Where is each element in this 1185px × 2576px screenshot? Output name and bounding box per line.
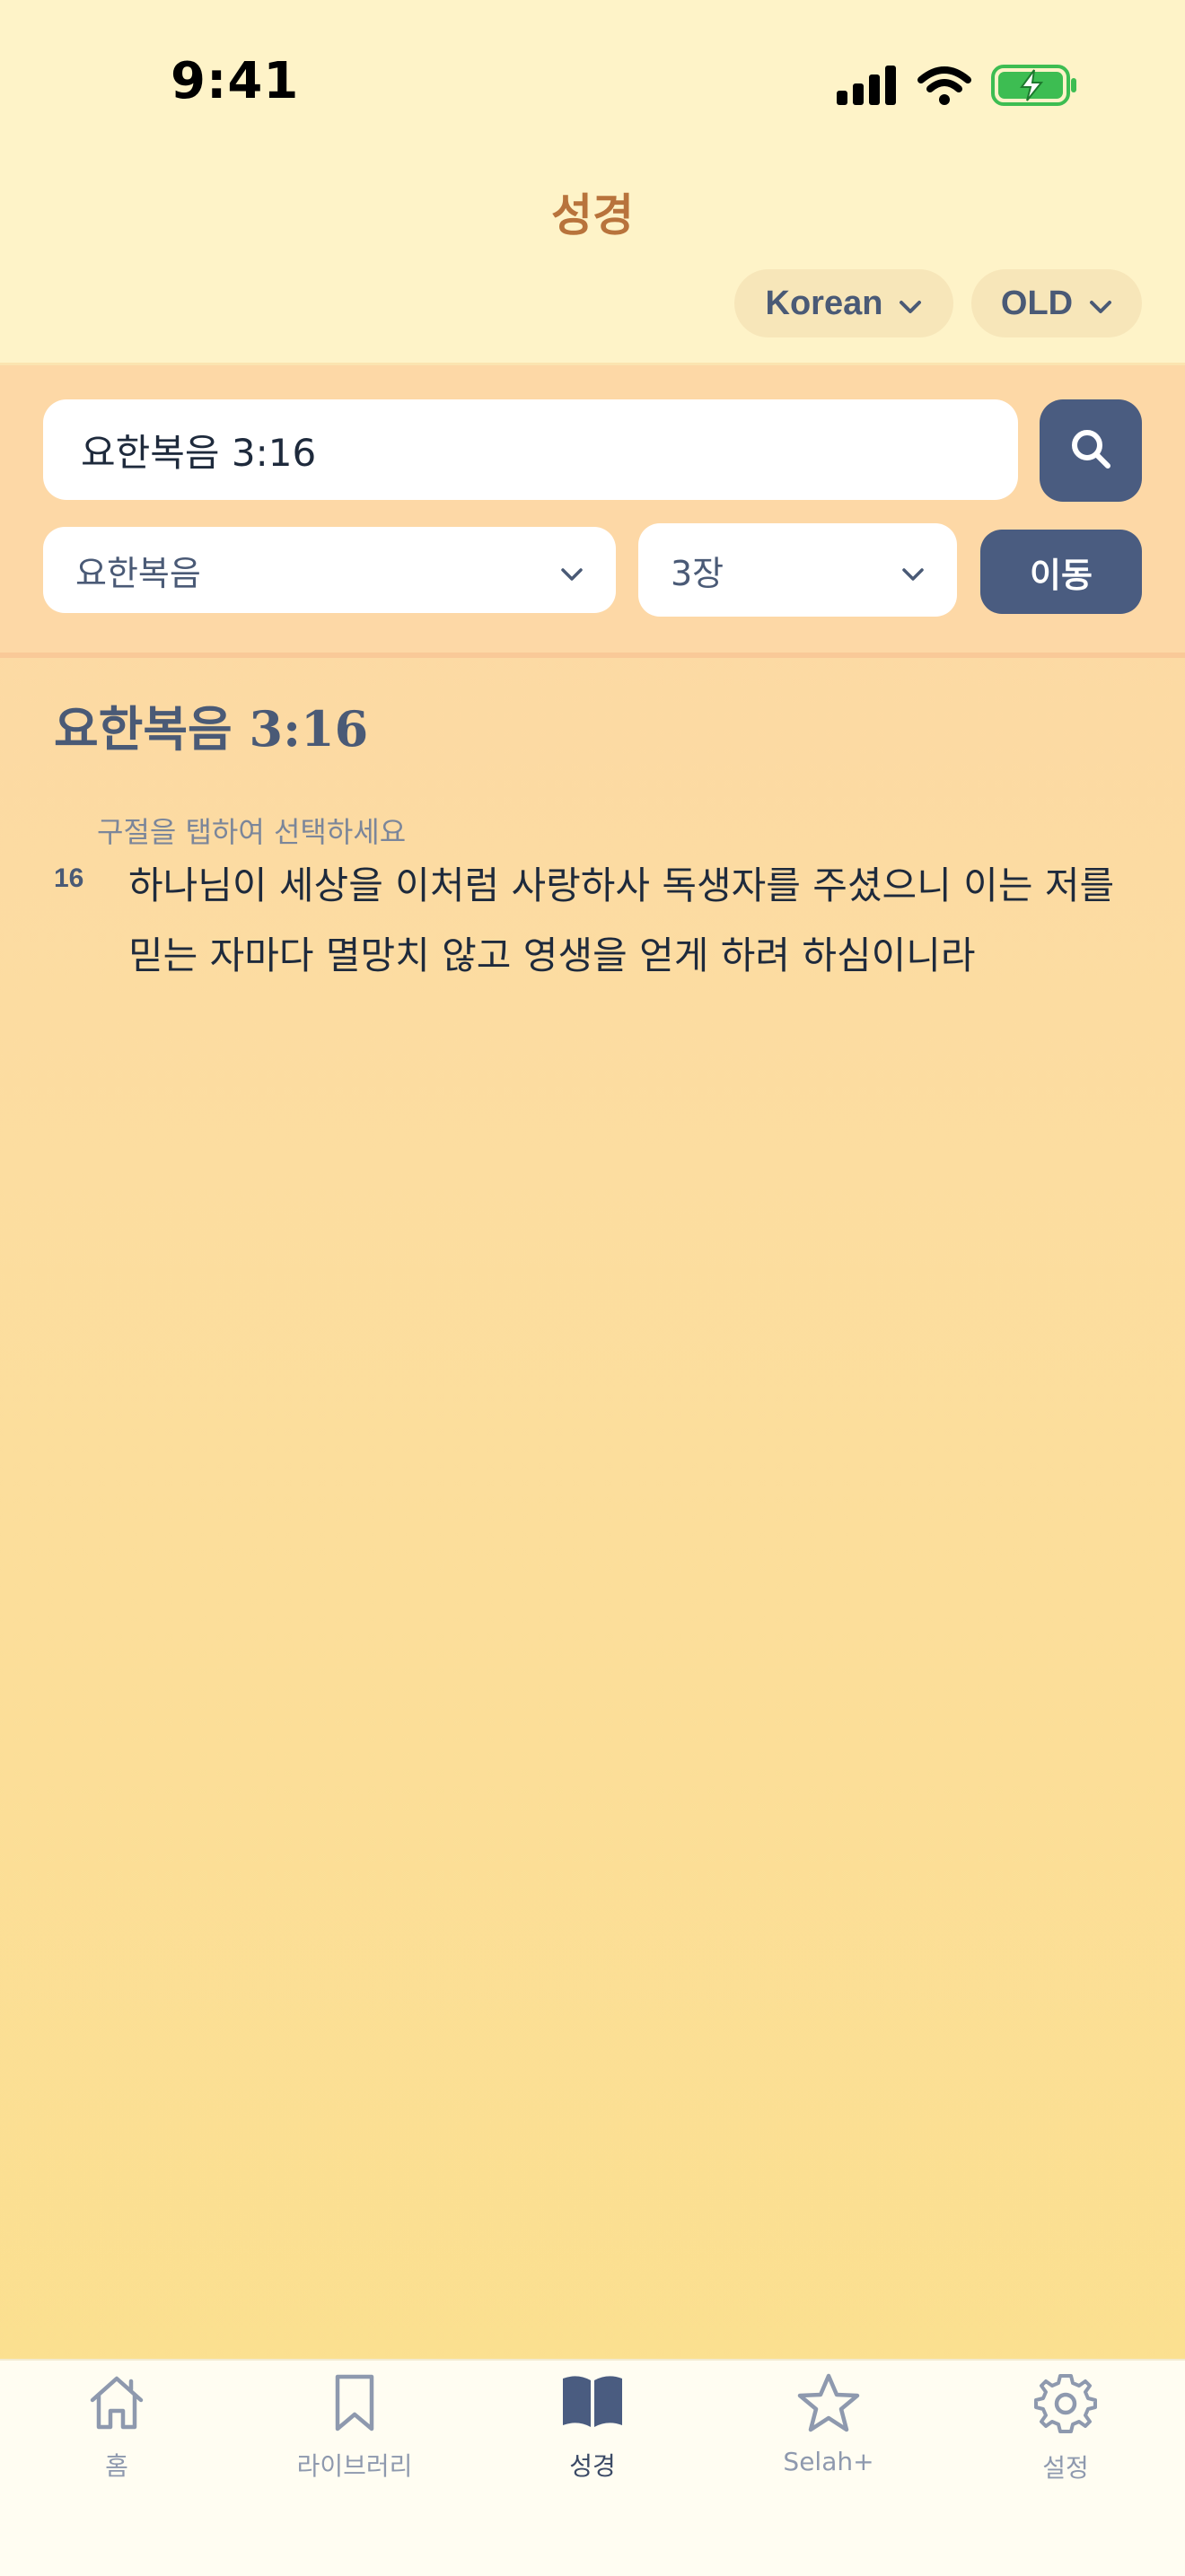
tab-settings-label: 설정 [1042, 2453, 1089, 2483]
version-selector[interactable]: OLD [971, 269, 1142, 337]
tab-selah[interactable]: Selah+ [739, 2371, 918, 2476]
tab-bible-label: 성경 [569, 2451, 616, 2481]
tab-bible[interactable]: 성경 [503, 2371, 682, 2483]
tap-hint: 구절을 탭하여 선택하세요 [97, 815, 407, 849]
search-input-value: 요한복음 3:16 [81, 430, 317, 475]
book-select[interactable]: 요한복음 [43, 527, 616, 613]
tab-library-label: 라이브러리 [296, 2451, 413, 2481]
battery-icon [991, 65, 1077, 110]
verse-text[interactable]: 하나님이 세상을 이처럼 사랑하사 독생자를 주셨으니 이는 저를 믿는 자마다… [128, 851, 1125, 991]
status-icons [837, 65, 1077, 110]
chapter-select[interactable]: 3장 [638, 523, 957, 617]
home-icon [85, 2371, 148, 2438]
tab-bar: 홈 라이브러리 성경 Selah+ 설정 [0, 2359, 1185, 2576]
chevron-down-icon [899, 285, 922, 323]
app-header: 9:41 성경 Korean OLD [0, 0, 1185, 365]
search-input[interactable]: 요한복음 3:16 [43, 399, 1018, 500]
tab-settings[interactable]: 설정 [976, 2371, 1155, 2484]
go-button[interactable]: 이동 [980, 530, 1142, 614]
gear-icon [1033, 2371, 1098, 2440]
language-label: Korean [765, 284, 883, 322]
page-title: 성경 [551, 189, 634, 241]
star-icon [796, 2371, 861, 2438]
search-button[interactable] [1040, 399, 1142, 502]
chevron-down-icon [901, 550, 925, 590]
wifi-icon [917, 66, 971, 109]
reference-heading: 요한복음 3:16 [54, 700, 369, 758]
search-icon [1068, 426, 1113, 475]
tab-home[interactable]: 홈 [27, 2371, 206, 2483]
language-selector[interactable]: Korean [734, 269, 953, 337]
status-time: 9:41 [171, 52, 300, 110]
verse-number: 16 [54, 863, 84, 893]
tab-home-label: 홈 [105, 2451, 128, 2481]
chevron-down-icon [1089, 285, 1112, 323]
bookmark-icon [323, 2371, 386, 2438]
book-select-value: 요한복음 [75, 553, 201, 593]
chapter-select-value: 3장 [671, 553, 724, 593]
book-icon [559, 2371, 626, 2438]
chevron-down-icon [560, 550, 584, 590]
signal-icon [837, 66, 898, 109]
tab-library[interactable]: 라이브러리 [265, 2371, 444, 2483]
tab-selah-label: Selah+ [783, 2447, 874, 2476]
version-label: OLD [1000, 284, 1074, 322]
search-panel: 요한복음 3:16 요한복음 3장 이동 [0, 365, 1185, 658]
